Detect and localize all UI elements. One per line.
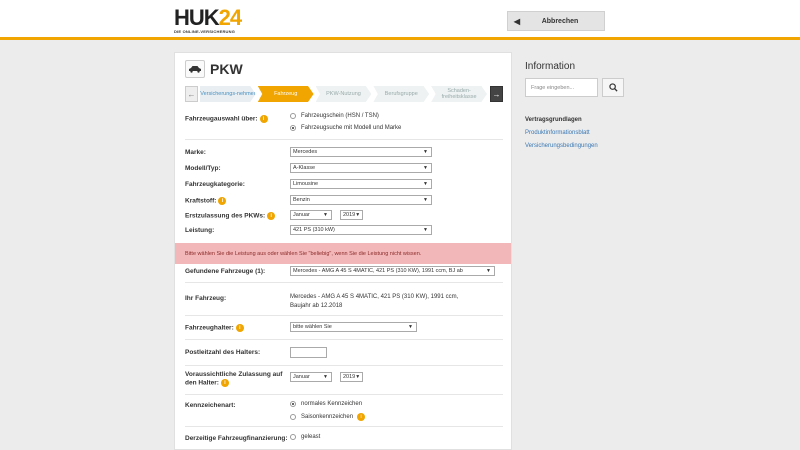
caret-down-icon: ▼ <box>408 324 413 330</box>
page-title: PKW <box>210 61 243 77</box>
info-icon[interactable]: i <box>357 413 366 421</box>
auswahl-label: Fahrzeugauswahl über: i <box>185 115 290 124</box>
link-produktinformationsblatt[interactable]: Produktinformationsblatt <box>525 130 635 136</box>
step-pkw-nutzung[interactable]: PKW-Nutzung <box>315 86 372 102</box>
caret-down-icon: ▼ <box>323 212 328 218</box>
progress-steps: ← Versicherungs-nehmer Fahrzeug PKW-Nutz… <box>185 85 503 103</box>
logo-number: 24 <box>218 5 243 30</box>
divider <box>185 365 503 366</box>
kraftstoff-label: Kraftstoff: i <box>185 197 290 206</box>
info-icon[interactable]: i <box>220 379 229 387</box>
caret-down-icon: ▼ <box>355 212 361 218</box>
radio-geleast[interactable]: geleast <box>290 434 320 440</box>
kraftstoff-select[interactable]: Benzin ▼ <box>290 195 432 205</box>
caret-down-icon: ▼ <box>423 165 428 171</box>
steps-next-button[interactable]: → <box>489 86 503 102</box>
radio-fahrzeugschein[interactable]: Fahrzeugschein (HSN / TSN) <box>290 113 379 119</box>
radio-circle <box>290 434 296 440</box>
radio-circle-selected <box>290 401 296 407</box>
gefunden-label: Gefundene Fahrzeuge (1): <box>185 268 266 275</box>
finanzierung-label: Derzeitige Fahrzeugfinanzierung: <box>185 435 288 442</box>
steps-prev-button[interactable]: ← <box>185 86 198 102</box>
halter-select[interactable]: bitte wählen Sie ▼ <box>290 322 417 332</box>
step-schadenfreiheitsklasse[interactable]: Schaden-freiheitsklasse <box>431 86 487 102</box>
form-card: PKW ← Versicherungs-nehmer Fahrzeug PKW-… <box>174 52 512 450</box>
divider <box>185 394 503 395</box>
cancel-button[interactable]: ◀ Abbrechen <box>507 11 605 31</box>
header: HUK24 DIE ONLINE-VERSICHERUNG ◀ Abbreche… <box>0 0 800 40</box>
kategorie-label: Fahrzeugkategorie: <box>185 181 245 188</box>
modell-label: Modell/Typ: <box>185 165 221 172</box>
arrow-left-icon: ◀ <box>513 16 521 26</box>
plz-input[interactable] <box>290 347 327 358</box>
modell-select[interactable]: A-Klasse ▼ <box>290 163 432 173</box>
cancel-button-label: Abbrechen <box>541 17 579 25</box>
radio-saisonkennzeichen[interactable]: Saisonkennzeichen i <box>290 413 366 421</box>
caret-down-icon: ▼ <box>486 268 491 274</box>
caret-down-icon: ▼ <box>423 197 428 203</box>
sidebar-section-title: Vertragsgrundlagen <box>525 117 582 123</box>
step-fahrzeug[interactable]: Fahrzeug <box>257 86 314 102</box>
info-sidebar: Information Frage eingeben... Vertragsgr… <box>525 52 635 149</box>
leistung-label: Leistung: <box>185 227 215 234</box>
marke-label: Marke: <box>185 149 206 156</box>
info-icon[interactable]: i <box>235 324 244 332</box>
ihr-fahrzeug-label: Ihr Fahrzeug: <box>185 295 227 302</box>
gefunden-select[interactable]: Mercedes - AMG A 45 S 4MATIC, 421 PS (31… <box>290 266 495 276</box>
marke-select[interactable]: Mercedes ▼ <box>290 147 432 157</box>
halter-label: Fahrzeughalter: i <box>185 324 290 333</box>
info-icon[interactable]: i <box>267 212 276 220</box>
zulassung-label: Voraussichtliche Zulassung auf den Halte… <box>185 371 283 387</box>
radio-normales-kennzeichen[interactable]: normales Kennzeichen <box>290 401 362 407</box>
sidebar-title: Information <box>525 61 576 72</box>
zulassung-month-select[interactable]: Januar ▼ <box>290 372 332 382</box>
logo-main-text: HUK <box>174 5 220 30</box>
car-icon <box>185 60 205 78</box>
erstzulassung-month-select[interactable]: Januar ▼ <box>290 210 332 220</box>
plz-label: Postleitzahl des Halters: <box>185 349 261 356</box>
info-icon[interactable]: i <box>218 197 227 205</box>
divider <box>185 139 503 140</box>
kennzeichen-label: Kennzeichenart: <box>185 402 236 409</box>
caret-down-icon: ▼ <box>323 374 328 380</box>
huk24-logo[interactable]: HUK24 DIE ONLINE-VERSICHERUNG <box>174 5 243 35</box>
question-search-input[interactable]: Frage eingeben... <box>525 78 598 97</box>
ihr-fahrzeug-value-line1: Mercedes - AMG A 45 S 4MATIC, 421 PS (31… <box>290 294 459 300</box>
divider <box>185 339 503 340</box>
leistung-select[interactable]: 421 PS (310 kW) ▼ <box>290 225 432 235</box>
caret-down-icon: ▼ <box>423 227 428 233</box>
caret-down-icon: ▼ <box>355 374 361 380</box>
erstzulassung-label: Erstzulassung des PKWs: i <box>185 212 290 221</box>
divider <box>185 426 503 427</box>
logo-subtitle: DIE ONLINE-VERSICHERUNG <box>174 29 236 34</box>
caret-down-icon: ▼ <box>423 149 428 155</box>
ihr-fahrzeug-value-line2: Baujahr ab 12.2018 <box>290 303 343 309</box>
radio-circle <box>290 414 296 420</box>
kategorie-select[interactable]: Limousine ▼ <box>290 179 432 189</box>
step-berufsgruppe[interactable]: Berufsgruppe <box>373 86 430 102</box>
caret-down-icon: ▼ <box>423 181 428 187</box>
erstzulassung-year-select[interactable]: 2019 ▼ <box>340 210 363 220</box>
divider <box>185 282 503 283</box>
zulassung-year-select[interactable]: 2019 ▼ <box>340 372 363 382</box>
radio-fahrzeugsuche[interactable]: Fahrzeugsuche mit Modell und Marke <box>290 125 401 131</box>
radio-circle <box>290 113 296 119</box>
page-title-row: PKW <box>185 59 243 79</box>
sidebar-search: Frage eingeben... <box>525 78 635 97</box>
info-icon[interactable]: i <box>259 115 268 123</box>
search-icon <box>608 83 618 92</box>
search-button[interactable] <box>602 78 624 97</box>
error-message: Bitte wählen Sie die Leistung aus oder w… <box>175 243 511 264</box>
link-versicherungsbedingungen[interactable]: Versicherungsbedingungen <box>525 143 635 149</box>
radio-circle-selected <box>290 125 296 131</box>
divider <box>185 315 503 316</box>
step-versicherungsnehmer[interactable]: Versicherungs-nehmer <box>200 86 256 102</box>
